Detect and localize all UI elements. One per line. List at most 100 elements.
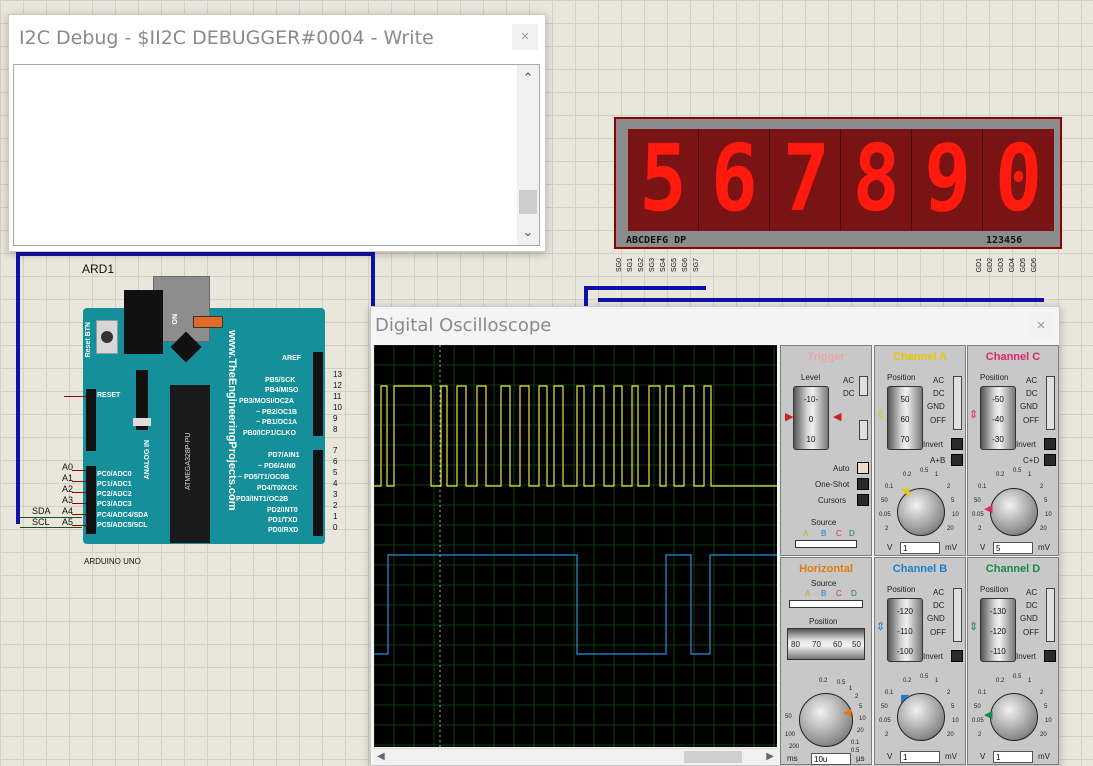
channel-b-unit-mv: mV xyxy=(945,752,957,761)
i2c-log-output[interactable]: ⌃ ⌄ xyxy=(13,64,540,246)
brand-text: www.TheEngineeringProjects.com xyxy=(226,330,238,511)
num-0: 0 xyxy=(333,523,338,532)
chb-scale-9: 0.05 xyxy=(879,718,891,724)
digit-cell-3: 7 xyxy=(770,125,841,232)
pin-pb3: ~ PB3/MOSI/OC2A xyxy=(233,398,294,405)
channel-d-unit-mv: mV xyxy=(1038,752,1050,761)
channel-a-gnd[interactable]: GND xyxy=(927,402,945,411)
channel-c-position-knob[interactable]: -50 -40 -30 xyxy=(980,386,1016,450)
trig-tick-1: -10- xyxy=(803,395,819,404)
cha-scale-8: 50 xyxy=(881,498,888,504)
scope-horizontal-scrollbar[interactable]: ◀ ▶ xyxy=(374,748,777,765)
on-label: ON xyxy=(172,314,179,325)
num-13: 13 xyxy=(333,370,342,379)
channel-d-dc[interactable]: DC xyxy=(1026,601,1038,610)
pin-gd1: GD1 xyxy=(976,258,983,273)
channel-b-marker-icon: ⇕ xyxy=(876,621,886,633)
channel-b-off[interactable]: OFF xyxy=(930,628,946,637)
trigger-edge-switch[interactable] xyxy=(859,420,868,440)
pin-sg0: SG0 xyxy=(616,258,623,273)
i2c-window-title[interactable]: I2C Debug - $II2C DEBUGGER#0004 - Write xyxy=(9,15,545,59)
pin-sg3: SG3 xyxy=(649,258,656,273)
channel-a-invert-button[interactable] xyxy=(951,438,963,450)
channel-c-gnd[interactable]: GND xyxy=(1020,402,1038,411)
digit-cell-5: 9 xyxy=(912,125,983,232)
scroll-right-icon[interactable]: ▶ xyxy=(766,749,774,765)
channel-b-gnd[interactable]: GND xyxy=(927,614,945,623)
channel-d-ac[interactable]: AC xyxy=(1026,588,1037,597)
trigger-coupling-switch[interactable] xyxy=(859,376,868,396)
channel-b-ac[interactable]: AC xyxy=(933,588,944,597)
cursors-button[interactable] xyxy=(857,494,869,506)
chb-scale-6: 20 xyxy=(947,732,954,738)
chc-scale-5: 10 xyxy=(1045,512,1052,518)
i2c-close-button[interactable]: × xyxy=(512,24,538,50)
oscilloscope-title[interactable]: Digital Oscilloscope xyxy=(371,307,1059,343)
channel-c-invert-button[interactable] xyxy=(1044,438,1056,450)
horizontal-source-slider[interactable] xyxy=(789,600,863,608)
oscilloscope-window[interactable]: Digital Oscilloscope × ◀ ▶ Trigger Level… xyxy=(370,306,1060,766)
pin-gd6: GD6 xyxy=(1031,258,1038,273)
seg-pins-group: SG0 SG1 SG2 SG3 SG4 SG5 SG6 SG7 xyxy=(614,252,714,288)
chd-tick-1: -130 xyxy=(989,607,1006,616)
channel-c-dc[interactable]: DC xyxy=(1026,389,1038,398)
auto-button[interactable] xyxy=(857,462,869,474)
channel-c-scale-dial[interactable] xyxy=(990,488,1038,536)
scope-screen[interactable] xyxy=(374,345,777,747)
digit-cell-1: 5 xyxy=(628,125,699,232)
seven-segment-display[interactable]: 5 6 7 8 9 0 ABCDEFG DP 123456 xyxy=(614,117,1062,249)
channel-b-coupling-switch[interactable] xyxy=(953,588,962,642)
channel-a-position-knob[interactable]: 50 60 70 xyxy=(887,386,923,450)
channel-a-scale-value[interactable]: 1 xyxy=(900,542,940,554)
channel-d-position-knob[interactable]: -130 -120 -110 xyxy=(980,598,1016,662)
scroll-thumb[interactable] xyxy=(519,190,537,214)
i2c-debug-window[interactable]: I2C Debug - $II2C DEBUGGER#0004 - Write … xyxy=(8,14,546,252)
channel-d-off[interactable]: OFF xyxy=(1023,628,1039,637)
scope-scroll-thumb[interactable] xyxy=(684,751,742,763)
chb-scale-1: 0.5 xyxy=(920,674,929,680)
scroll-left-icon[interactable]: ◀ xyxy=(377,749,385,765)
trigger-ac[interactable]: AC xyxy=(843,376,854,385)
channel-d-invert-button[interactable] xyxy=(1044,650,1056,662)
scroll-down-icon[interactable]: ⌄ xyxy=(517,221,539,243)
trigger-dc[interactable]: DC xyxy=(843,389,855,398)
channel-c-ac[interactable]: AC xyxy=(1026,376,1037,385)
trigger-source-slider[interactable] xyxy=(795,540,857,548)
channel-d-gnd[interactable]: GND xyxy=(1020,614,1038,623)
channel-d-scale-dial[interactable] xyxy=(990,693,1038,741)
trigger-auto: Auto xyxy=(833,464,850,473)
channel-a-marker-icon: ⇕ xyxy=(876,409,886,421)
channel-b-scale-value[interactable]: 1 xyxy=(900,751,940,763)
reset-button[interactable] xyxy=(96,320,118,354)
oneshot-button[interactable] xyxy=(857,478,869,490)
channel-c-off[interactable]: OFF xyxy=(1023,416,1039,425)
pin-pc1: PC1/ADC1 xyxy=(97,481,132,488)
horizontal-position-label: Position xyxy=(809,617,838,626)
channel-c-coupling-switch[interactable] xyxy=(1046,376,1055,430)
channel-d-scale-value[interactable]: 1 xyxy=(993,751,1033,763)
channel-b-position-knob[interactable]: -120 -110 -100 xyxy=(887,598,923,662)
chc-scale-10: 2 xyxy=(978,526,982,532)
channel-a-coupling-switch[interactable] xyxy=(953,376,962,430)
horizontal-timebase-dial[interactable] xyxy=(799,693,853,747)
channel-b-invert-button[interactable] xyxy=(951,650,963,662)
i2c-vertical-scrollbar[interactable]: ⌃ ⌄ xyxy=(517,65,539,245)
channel-c-combine-button[interactable] xyxy=(1044,454,1056,466)
channel-d-invert-label: Invert xyxy=(1016,652,1037,661)
trigger-level-knob[interactable]: -10- 0 10 xyxy=(793,386,829,450)
scroll-up-icon[interactable]: ⌃ xyxy=(517,67,539,89)
channel-a-combine-button[interactable] xyxy=(951,454,963,466)
scl-wire xyxy=(20,527,82,528)
oscilloscope-close-button[interactable]: × xyxy=(1028,313,1054,339)
trigger-title: Trigger xyxy=(807,351,845,363)
channel-b-dc[interactable]: DC xyxy=(933,601,945,610)
channel-a-off[interactable]: OFF xyxy=(930,416,946,425)
channel-d-coupling-switch[interactable] xyxy=(1046,588,1055,642)
horizontal-timebase-value[interactable]: 10u xyxy=(811,753,851,765)
channel-a-ac[interactable]: AC xyxy=(933,376,944,385)
channel-a-dc[interactable]: DC xyxy=(933,389,945,398)
horizontal-position-knob[interactable]: 80 70 60 50 xyxy=(787,628,865,660)
channel-c-scale-value[interactable]: 5 xyxy=(993,542,1033,554)
pin-pb0: PB0/ICP1/CLKO xyxy=(243,430,296,437)
channel-c-panel: Channel C Position -50 -40 -30 ⇕ AC DC G… xyxy=(967,345,1059,556)
